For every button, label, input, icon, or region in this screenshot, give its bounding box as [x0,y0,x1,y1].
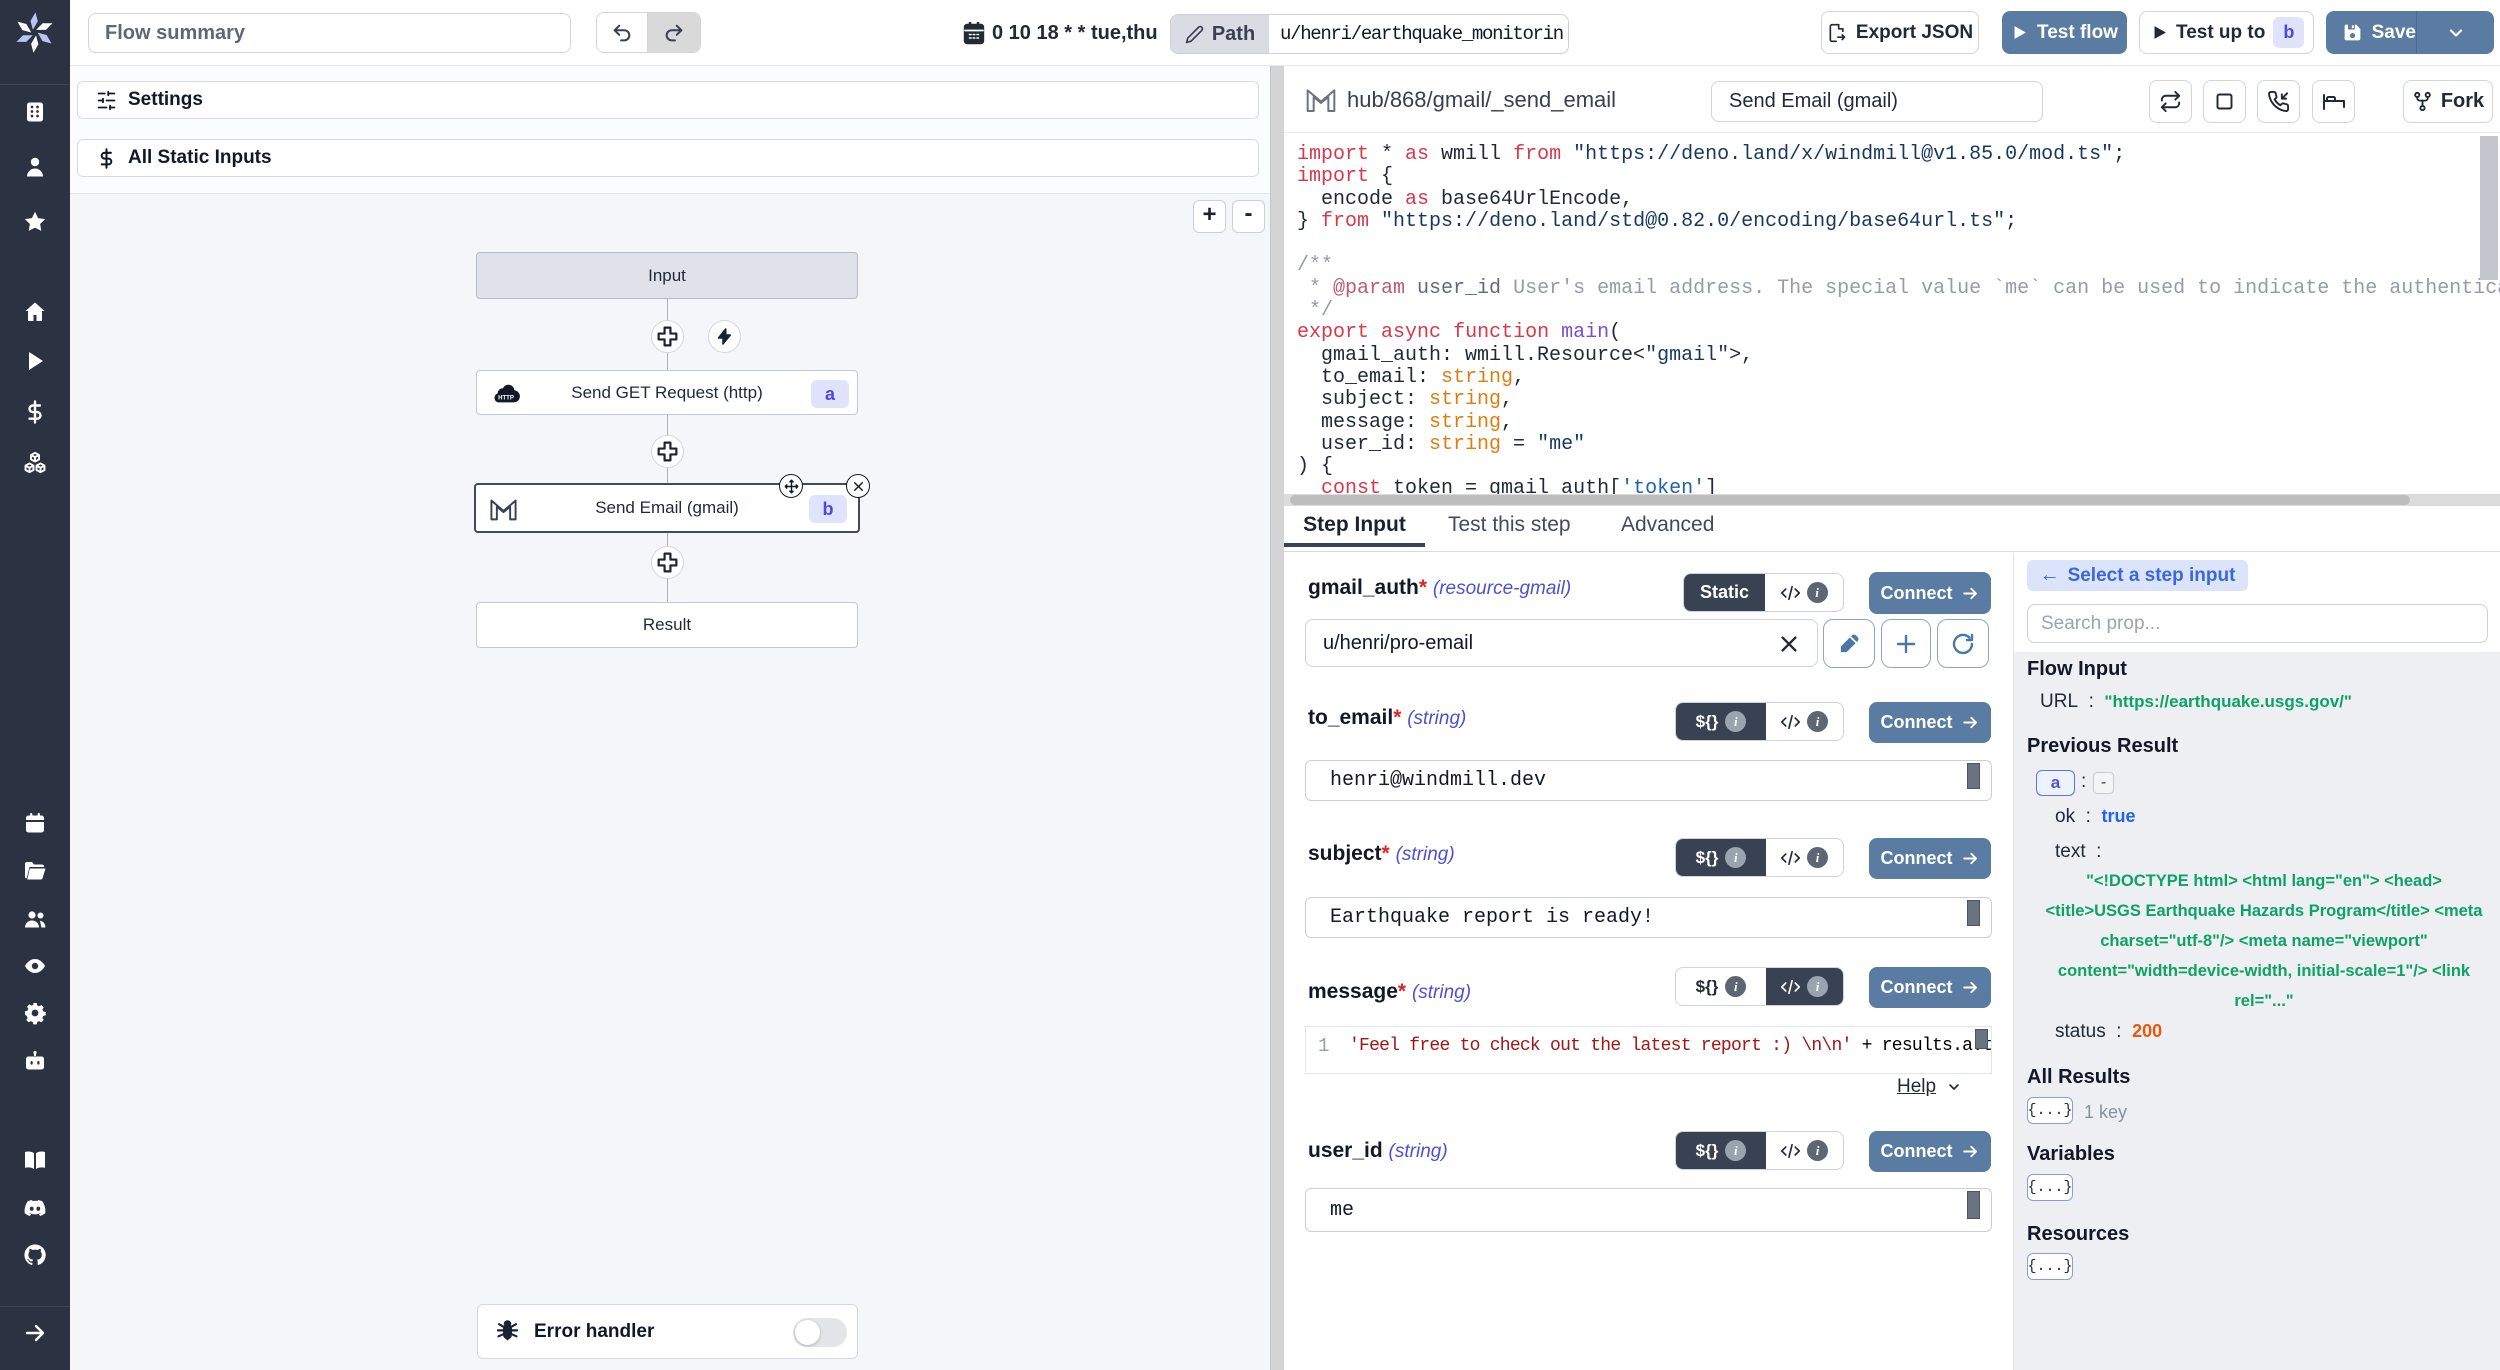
svg-text:HTTP: HTTP [498,395,514,402]
